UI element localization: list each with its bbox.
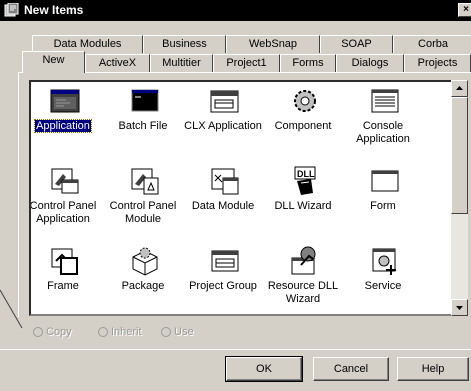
tab-forms[interactable]: Forms — [280, 54, 336, 72]
new-items-icon — [4, 3, 19, 17]
window-title: New Items — [24, 3, 84, 17]
tab-project1[interactable]: Project1 — [213, 54, 280, 72]
radio-label: Inherit — [111, 326, 142, 338]
tab-business[interactable]: Business — [143, 35, 226, 53]
radio-button — [161, 327, 171, 337]
tab-new[interactable]: New — [22, 51, 85, 73]
radio-label: Copy — [46, 326, 72, 338]
tab-activex[interactable]: ActiveX — [85, 54, 150, 72]
close-button[interactable]: × — [458, 3, 471, 17]
ok-button[interactable]: OK — [225, 356, 303, 382]
tab-corba[interactable]: Corba — [393, 35, 471, 53]
radio-button — [98, 327, 108, 337]
divider — [0, 349, 471, 350]
radio-button — [33, 327, 43, 337]
tab-websnap[interactable]: WebSnap — [226, 35, 320, 53]
radio-label: Use — [174, 326, 194, 338]
cancel-button[interactable]: Cancel — [313, 357, 389, 381]
tab-soap[interactable]: SOAP — [320, 35, 393, 53]
tab-panel — [18, 72, 471, 317]
tab-multitier[interactable]: Multitier — [150, 54, 213, 72]
title-bar: New Items × — [0, 0, 471, 21]
tab-projects[interactable]: Projects — [404, 54, 471, 72]
help-button[interactable]: Help — [397, 357, 469, 381]
tab-dialogs[interactable]: Dialogs — [336, 54, 404, 72]
